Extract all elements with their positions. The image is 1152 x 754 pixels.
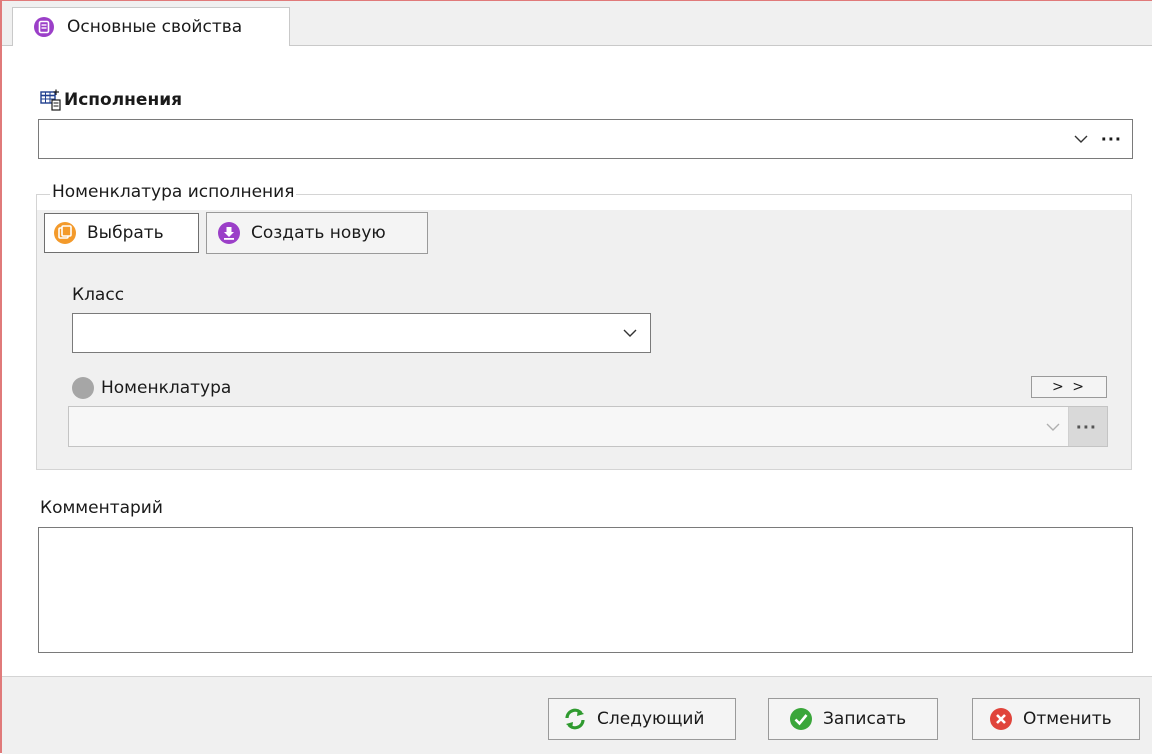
refresh-icon — [565, 708, 585, 730]
comment-textarea[interactable] — [38, 527, 1133, 653]
chevron-down-icon[interactable] — [622, 325, 638, 341]
create-new-button-label: Создать новую — [251, 223, 386, 243]
next-button[interactable]: Следующий — [548, 698, 736, 740]
select-orange-icon — [54, 222, 76, 244]
select-button-label: Выбрать — [87, 223, 164, 243]
nomenclature-group-title: Номенклатура исполнения — [50, 182, 297, 202]
executions-more-button[interactable]: ··· — [1101, 130, 1122, 149]
check-circle-icon — [790, 708, 812, 730]
chevron-down-icon[interactable] — [1045, 419, 1061, 435]
chevron-down-icon[interactable] — [1073, 131, 1089, 147]
close-circle-icon — [990, 708, 1012, 730]
nomenclature-combo[interactable]: ··· — [68, 406, 1108, 447]
cancel-button-label: Отменить — [1023, 709, 1112, 729]
nomenclature-label: Номенклатура — [101, 378, 232, 398]
create-new-button[interactable]: Создать новую — [206, 212, 428, 254]
tab-main-properties[interactable]: Основные свойства — [12, 7, 290, 46]
list-circle-icon — [34, 17, 54, 37]
class-label: Класс — [72, 285, 125, 305]
executions-label: Исполнения — [64, 90, 183, 110]
table-add-icon — [40, 89, 61, 111]
download-purple-icon — [218, 222, 240, 244]
status-circle-icon — [72, 377, 94, 399]
tab-label: Основные свойства — [67, 17, 243, 37]
next-button-label: Следующий — [597, 709, 705, 729]
save-button-label: Записать — [823, 709, 907, 729]
nomenclature-more-button[interactable]: ··· — [1076, 417, 1097, 436]
cancel-button[interactable]: Отменить — [972, 698, 1140, 740]
save-button[interactable]: Записать — [768, 698, 938, 740]
comment-label: Комментарий — [40, 498, 163, 518]
select-button[interactable]: Выбрать — [44, 213, 199, 253]
class-combo[interactable] — [72, 313, 651, 353]
expand-button[interactable]: > > — [1031, 376, 1107, 398]
tab-strip: Основные свойства — [2, 1, 1152, 46]
executions-combo[interactable]: ··· — [38, 119, 1133, 159]
